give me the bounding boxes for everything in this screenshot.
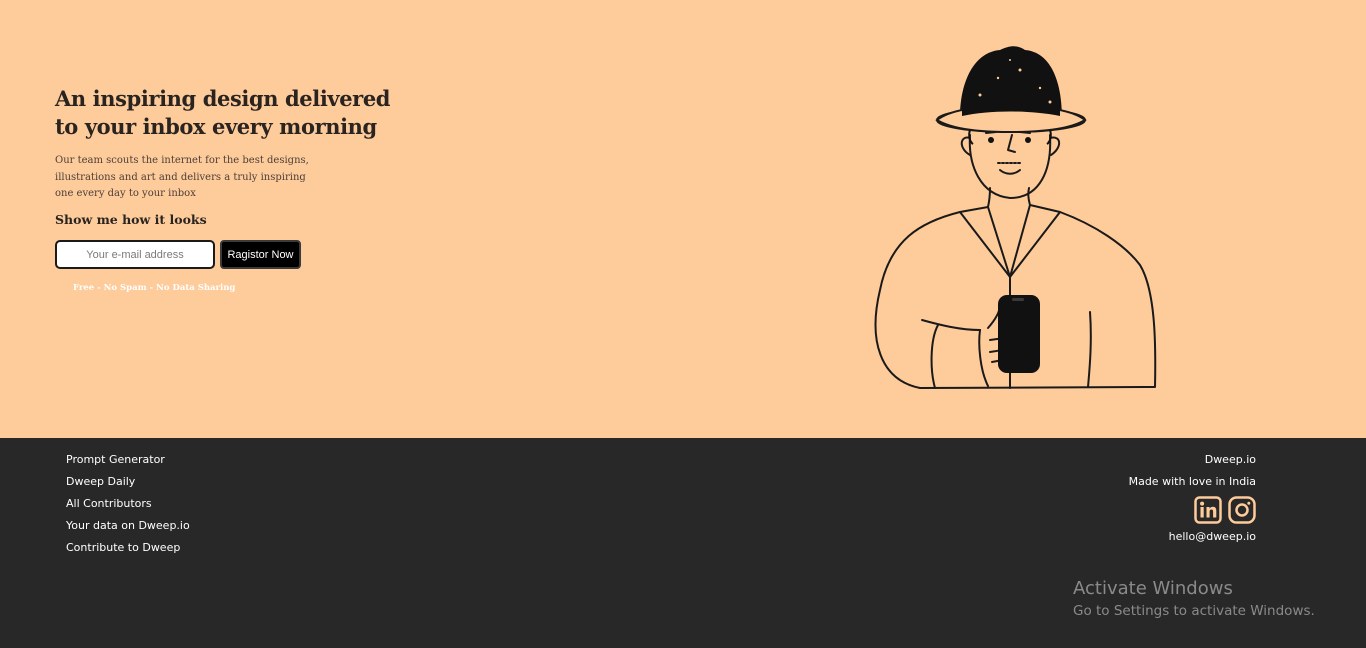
register-button[interactable]: Ragistor Now — [220, 240, 301, 269]
linkedin-icon[interactable] — [1194, 496, 1222, 524]
footer-link-prompt-generator[interactable]: Prompt Generator — [66, 452, 190, 474]
activate-windows-watermark: Activate Windows Go to Settings to activ… — [1073, 578, 1315, 620]
footer-email[interactable]: hello@dweep.io — [1129, 529, 1256, 545]
footer-brand[interactable]: Dweep.io — [1129, 452, 1256, 474]
hero-section: An inspiring design delivered to your in… — [0, 0, 1366, 438]
hero-description: Our team scouts the internet for the bes… — [55, 155, 309, 199]
footer-right: Dweep.io Made with love in India hello@d… — [1129, 452, 1256, 545]
instagram-icon[interactable] — [1228, 496, 1256, 524]
footer-link-all-contributors[interactable]: All Contributors — [66, 496, 190, 518]
footer-link-your-data[interactable]: Your data on Dweep.io — [66, 518, 190, 540]
hero-subheading: Show me how it looks — [55, 212, 207, 227]
footer-links: Prompt Generator Dweep Daily All Contrib… — [66, 452, 190, 562]
man-with-hat-illustration — [874, 46, 1157, 389]
footer-link-dweep-daily[interactable]: Dweep Daily — [66, 474, 190, 496]
free-note: Free - No Spam - No Data Sharing — [73, 283, 236, 293]
watermark-title: Activate Windows — [1073, 578, 1233, 599]
social-links — [1129, 496, 1256, 524]
footer-tagline: Made with love in India — [1128, 475, 1256, 488]
footer-link-contribute[interactable]: Contribute to Dweep — [66, 540, 190, 562]
email-input[interactable] — [55, 240, 215, 269]
watermark-subtitle: Go to Settings to activate Windows. — [1073, 603, 1315, 619]
hero-title: An inspiring design delivered to your in… — [55, 86, 391, 139]
